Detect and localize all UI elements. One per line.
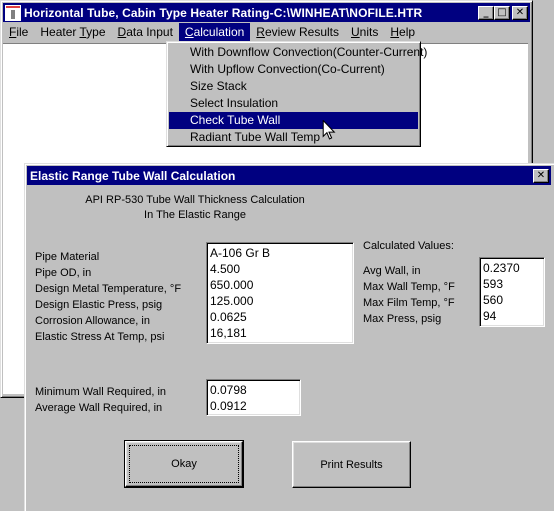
menu-review-results[interactable]: Review Results bbox=[250, 23, 345, 42]
menu-file-rest: ile bbox=[16, 25, 29, 39]
menu-heater-type[interactable]: Heater Type bbox=[34, 23, 111, 42]
value-pipe-material: A-106 Gr B bbox=[210, 246, 271, 260]
window-title: Horizontal Tube, Cabin Type Heater Ratin… bbox=[24, 5, 423, 20]
mouse-cursor-icon bbox=[322, 120, 336, 140]
value-pipe-od: 4.500 bbox=[210, 262, 241, 276]
menu-item-check-tube-wall[interactable]: Check Tube Wall bbox=[169, 112, 418, 129]
calculation-menu: With Downflow Convection(Counter-Current… bbox=[166, 41, 427, 147]
required-values-box: 0.0798 0.0912 bbox=[206, 379, 301, 416]
value-max-press: 94 bbox=[483, 309, 497, 323]
menu-data-input-mnemonic: D bbox=[117, 25, 127, 39]
label-pipe-material: Pipe Material bbox=[35, 251, 100, 263]
value-design-elastic-press: 125.000 bbox=[210, 294, 254, 308]
dialog-title: Elastic Range Tube Wall Calculation bbox=[30, 168, 236, 183]
menu-item-upflow-convection[interactable]: With Upflow Convection(Co-Current) bbox=[169, 61, 418, 78]
print-results-button[interactable]: Print Results bbox=[292, 441, 411, 488]
menu-item-radiant-tube-wall-temp[interactable]: Radiant Tube Wall Temp bbox=[169, 129, 418, 146]
calculated-values-box: 0.2370 593 560 94 bbox=[479, 257, 545, 327]
minimize-button[interactable]: _ bbox=[478, 5, 494, 20]
value-max-wall-temp: 593 bbox=[483, 277, 504, 291]
menu-heater-type-rest: ype bbox=[86, 25, 106, 39]
label-max-wall-temp: Max Wall Temp, °F bbox=[363, 281, 455, 293]
heater-icon[interactable] bbox=[5, 4, 21, 21]
label-min-wall-required: Minimum Wall Required, in bbox=[35, 386, 167, 398]
menu-units-rest: nits bbox=[359, 25, 379, 39]
menu-help-rest: elp bbox=[399, 25, 416, 39]
calculated-values-header: Calculated Values: bbox=[363, 240, 454, 252]
menu-review-results-rest: eview Results bbox=[264, 25, 339, 39]
tube-wall-dialog: Elastic Range Tube Wall Calculation ✕ AP… bbox=[24, 163, 554, 511]
menu-data-input[interactable]: Data Input bbox=[112, 23, 179, 42]
value-min-wall-required: 0.0798 bbox=[210, 383, 247, 397]
dialog-heading-line1: API RP-530 Tube Wall Thickness Calculati… bbox=[85, 194, 305, 206]
label-avg-wall: Avg Wall, in bbox=[363, 265, 421, 277]
maximize-button[interactable]: □ bbox=[494, 5, 510, 20]
label-pipe-od: Pipe OD, in bbox=[35, 267, 92, 279]
menu-file[interactable]: File bbox=[3, 23, 34, 42]
value-max-film-temp: 560 bbox=[483, 293, 504, 307]
menu-calculation-rest: alculation bbox=[193, 25, 245, 39]
label-corrosion-allowance: Corrosion Allowance, in bbox=[35, 315, 150, 327]
label-design-elastic-press: Design Elastic Press, psig bbox=[35, 299, 163, 311]
menu-item-downflow-convection[interactable]: With Downflow Convection(Counter-Current… bbox=[169, 44, 427, 61]
value-corrosion-allowance: 0.0625 bbox=[210, 310, 247, 324]
label-avg-wall-required: Average Wall Required, in bbox=[35, 402, 163, 414]
menu-calculation[interactable]: Calculation bbox=[178, 23, 251, 42]
required-labels: Minimum Wall Required, in Average Wall R… bbox=[35, 384, 166, 416]
menu-calculation-mnemonic: C bbox=[184, 25, 194, 39]
menu-heater-type-pre: Heater bbox=[40, 25, 80, 39]
input-values-box: A-106 Gr B 4.500 650.000 125.000 0.0625 … bbox=[206, 242, 354, 344]
okay-button[interactable]: Okay bbox=[124, 440, 244, 488]
menu-item-size-stack[interactable]: Size Stack bbox=[169, 78, 418, 95]
menu-item-select-insulation[interactable]: Select Insulation bbox=[169, 95, 418, 112]
menubar: File Heater Type Data Input Calculation … bbox=[3, 23, 530, 42]
menu-help-mnemonic: H bbox=[390, 25, 400, 39]
dialog-titlebar[interactable]: Elastic Range Tube Wall Calculation ✕ bbox=[27, 166, 551, 185]
focus-rect bbox=[129, 445, 239, 483]
menu-units-mnemonic: U bbox=[351, 25, 360, 39]
value-elastic-stress: 16,181 bbox=[210, 326, 247, 340]
calculated-labels: Avg Wall, in Max Wall Temp, °F Max Film … bbox=[363, 263, 455, 327]
label-max-film-temp: Max Film Temp, °F bbox=[363, 297, 455, 309]
label-design-metal-temp: Design Metal Temperature, °F bbox=[35, 283, 182, 295]
value-avg-wall: 0.2370 bbox=[483, 261, 520, 275]
menu-units[interactable]: Units bbox=[345, 23, 384, 42]
input-labels: Pipe Material Pipe OD, in Design Metal T… bbox=[35, 249, 181, 345]
dialog-heading-line2: In The Elastic Range bbox=[144, 209, 246, 221]
menu-help[interactable]: Help bbox=[384, 23, 421, 42]
value-avg-wall-required: 0.0912 bbox=[210, 399, 247, 413]
dialog-close-button[interactable]: ✕ bbox=[533, 168, 549, 183]
value-design-metal-temp: 650.000 bbox=[210, 278, 254, 292]
main-titlebar[interactable]: Horizontal Tube, Cabin Type Heater Ratin… bbox=[3, 3, 530, 22]
menu-data-input-rest: ata Input bbox=[126, 25, 173, 39]
label-elastic-stress: Elastic Stress At Temp, psi bbox=[35, 331, 165, 343]
menu-review-results-mnemonic: R bbox=[256, 25, 265, 39]
close-button[interactable]: ✕ bbox=[512, 5, 528, 20]
label-max-press: Max Press, psig bbox=[363, 313, 442, 325]
print-results-button-label: Print Results bbox=[320, 458, 383, 471]
